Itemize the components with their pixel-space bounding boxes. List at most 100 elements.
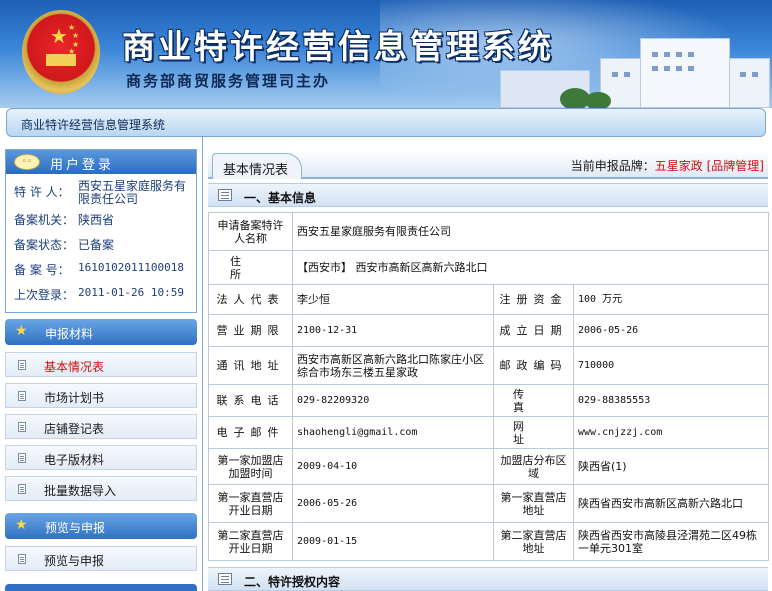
section-title: 二、特许授权内容	[244, 575, 341, 589]
table-row: 住所 【西安市】 西安市高新区高新六路北口	[208, 250, 770, 285]
header-banner: ★ ★ ★ ★ ★ 商业特许经营信息管理系统 商务部商贸服务管理司主办	[0, 0, 772, 108]
current-brand: 当前申报品牌：五星家政 [品牌管理]	[571, 157, 764, 174]
second-direct-store-date-label: 第二家直营店开业日期	[208, 522, 293, 561]
menu-group-materials[interactable]: ★ 申报材料	[5, 319, 197, 345]
table-row: 法人代表 李少恒 注册资金 100 万元	[208, 284, 770, 315]
divider	[202, 137, 203, 591]
franchiser-name-label: 申请备案特许人名称	[208, 212, 293, 251]
menu-item-label: 电子版材料	[44, 453, 105, 467]
first-franchise-date-value: 2009-04-10	[292, 448, 494, 485]
brand-manage-link[interactable]: [品牌管理]	[707, 159, 764, 173]
menu-item-store-register[interactable]: 店铺登记表	[5, 414, 197, 439]
first-direct-store-date-value: 2006-05-26	[292, 484, 494, 523]
building-window	[652, 52, 658, 57]
last-login-value: 2011-01-26 10:59	[78, 286, 184, 299]
second-direct-store-date-value: 2009-01-15	[292, 522, 494, 561]
building-window	[676, 66, 682, 71]
authority-value: 陕西省	[78, 213, 115, 227]
table-icon	[218, 573, 232, 585]
building-window	[740, 72, 746, 77]
menu-item-market-plan[interactable]: 市场计划书	[5, 383, 197, 408]
reg-capital-value: 100 万元	[572, 284, 770, 315]
building-window	[688, 52, 694, 57]
chat-bubble-icon: ◦◦	[14, 154, 40, 170]
record-number-value: 1610102011100018	[78, 261, 184, 274]
building-window	[676, 52, 682, 57]
login-label: 备案机关：	[14, 213, 75, 227]
section-basic-info: 一、基本信息	[208, 183, 768, 207]
legal-rep-label: 法人代表	[208, 284, 293, 315]
fax-label: 传真	[493, 384, 574, 417]
franchiser-value: 西安五星家庭服务有限责任公司	[78, 179, 187, 206]
website-value[interactable]: www.cnjzzj.com	[572, 416, 770, 449]
login-panel: ◦◦ 用户登录 特 许 人： 西安五星家庭服务有限责任公司 备案机关： 陕西省 …	[5, 149, 197, 313]
table-row: 通讯地址 西安市高新区高新六路北口陈家庄小区综合市场东三楼五星家政 邮政编码 7…	[208, 346, 770, 385]
building-window	[752, 72, 758, 77]
tab-bar: 基本情况表 当前申报品牌：五星家政 [品牌管理]	[208, 151, 768, 179]
building-window	[624, 72, 630, 77]
fax-value: 029-88385553	[572, 384, 770, 417]
franchise-region-value: 陕西省(1)	[572, 448, 770, 485]
document-icon	[18, 391, 26, 401]
banner-building	[640, 38, 730, 108]
founded-date-label: 成立日期	[493, 314, 574, 347]
mail-address-value: 西安市高新区高新六路北口陈家庄小区综合市场东三楼五星家政	[292, 346, 494, 385]
legal-rep-value: 李少恒	[292, 284, 494, 315]
menu-item-batch-import[interactable]: 批量数据导入	[5, 476, 197, 501]
table-row: 电子邮件 shaohengli@gmail.com 网址 www.cnjzzj.…	[208, 416, 770, 449]
franchiser-name-value: 西安五星家庭服务有限责任公司	[291, 212, 770, 251]
tree	[585, 92, 611, 108]
breadcrumb[interactable]: 商业特许经营信息管理系统	[21, 116, 165, 133]
menu-item-preview-submit[interactable]: 预览与申报	[5, 546, 197, 571]
login-label: 上次登录：	[14, 288, 75, 302]
menu-item-basic-info[interactable]: 基本情况表	[5, 352, 197, 377]
menu-item-electronic-materials[interactable]: 电子版材料	[5, 445, 197, 470]
email-value[interactable]: shaohengli@gmail.com	[292, 416, 494, 449]
building-window	[652, 66, 658, 71]
current-brand-value: 五星家政	[654, 159, 703, 173]
postcode-label: 邮政编码	[493, 346, 574, 385]
national-emblem-icon: ★ ★ ★ ★ ★	[22, 10, 100, 94]
building-window	[664, 52, 670, 57]
email-label: 电子邮件	[208, 416, 293, 449]
table-row: 第二家直营店开业日期 2009-01-15 第二家直营店地址 陕西省西安市高陵县…	[208, 522, 770, 561]
website-label: 网址	[493, 416, 574, 449]
second-direct-store-address-label: 第二家直营店地址	[493, 522, 574, 561]
document-icon	[18, 484, 26, 494]
table-icon	[218, 189, 232, 201]
basic-info-table: 申请备案特许人名称 西安五星家庭服务有限责任公司 住所 【西安市】 西安市高新区…	[208, 212, 770, 561]
section-title: 一、基本信息	[244, 191, 317, 205]
menu-item-label: 市场计划书	[44, 391, 105, 405]
table-row: 联系电话 029-82209320 传真 029-88385553	[208, 384, 770, 417]
building-window	[664, 66, 670, 71]
star-icon: ★	[15, 517, 28, 533]
document-icon	[18, 422, 26, 432]
menu-item-label: 预览与申报	[44, 554, 105, 568]
founded-date-value: 2006-05-26	[572, 314, 770, 347]
tab-basic-info[interactable]: 基本情况表	[212, 153, 302, 179]
star-icon: ★	[15, 323, 28, 339]
menu-item-label: 基本情况表	[44, 360, 105, 374]
document-icon	[18, 554, 26, 564]
mail-address-label: 通讯地址	[208, 346, 293, 385]
login-label: 备 案 号：	[14, 263, 70, 277]
table-row: 申请备案特许人名称 西安五星家庭服务有限责任公司	[208, 212, 770, 251]
business-term-value: 2100-12-31	[292, 314, 494, 347]
reg-capital-label: 注册资金	[493, 284, 574, 315]
menu-item-label: 批量数据导入	[44, 484, 117, 498]
menu-group-label: 预览与申报	[45, 521, 106, 535]
menu-item-label: 店铺登记表	[44, 422, 105, 436]
login-panel-title: 用户登录	[50, 158, 115, 173]
menu-group-label: 申报材料	[45, 327, 94, 341]
first-direct-store-address-label: 第一家直营店地址	[493, 484, 574, 523]
current-brand-label: 当前申报品牌：	[570, 159, 655, 173]
section-franchise-auth: 二、特许授权内容	[208, 567, 768, 591]
postcode-value: 710000	[572, 346, 770, 385]
document-icon	[18, 360, 26, 370]
franchise-region-label: 加盟店分布区域	[493, 448, 574, 485]
phone-label: 联系电话	[208, 384, 293, 417]
menu-group-preview[interactable]: ★ 预览与申报	[5, 513, 197, 539]
sidebar: ◦◦ 用户登录 特 许 人： 西安五星家庭服务有限责任公司 备案机关： 陕西省 …	[0, 137, 202, 591]
address-value: 【西安市】 西安市高新区高新六路北口	[291, 250, 770, 285]
table-row: 营业期限 2100-12-31 成立日期 2006-05-26	[208, 314, 770, 347]
